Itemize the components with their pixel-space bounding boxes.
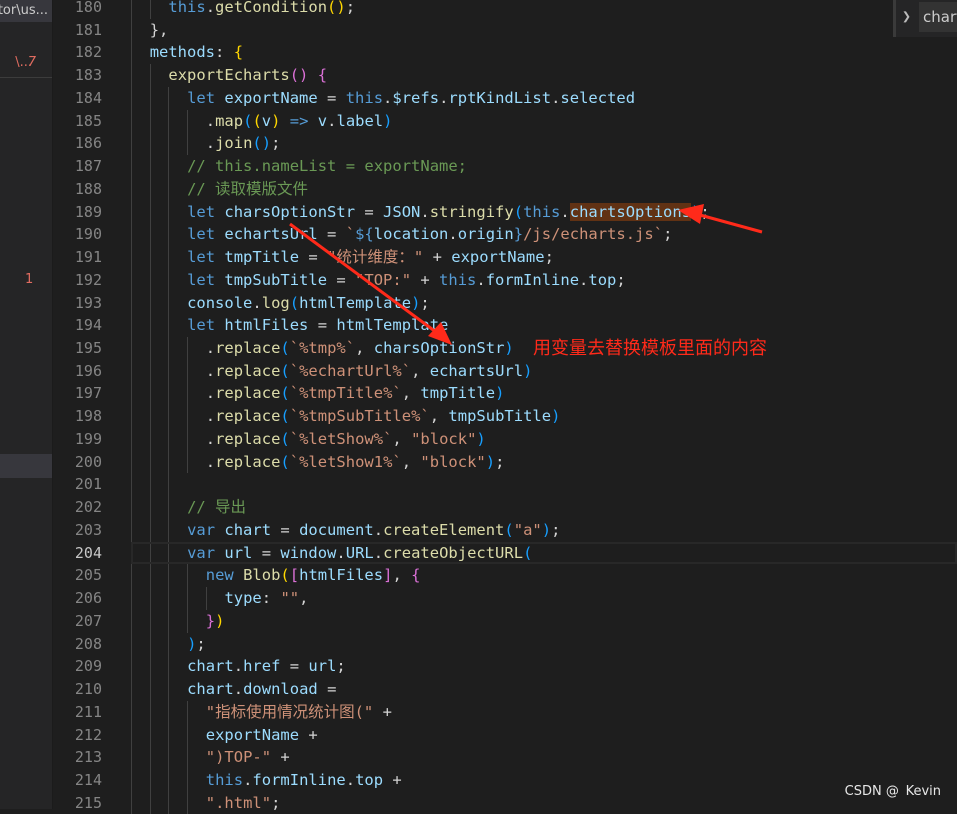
arrow-to-chartsoptions <box>678 204 763 234</box>
arrow-to-replace <box>289 222 452 345</box>
annotation-text: 用变量去替换模板里面的内容 <box>533 338 767 359</box>
watermark: CSDN @ Kevin <box>844 784 941 799</box>
annotation-arrows <box>289 204 763 345</box>
